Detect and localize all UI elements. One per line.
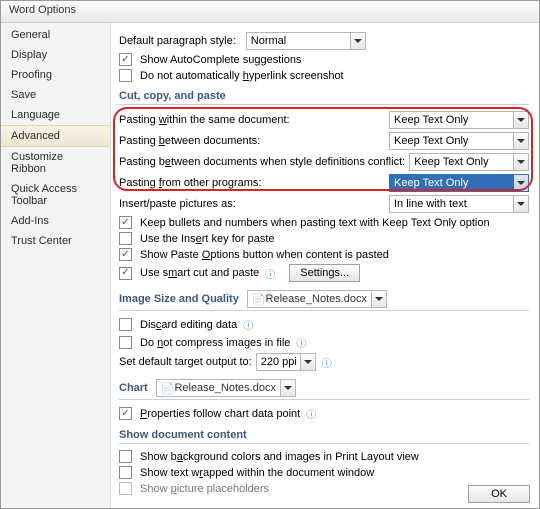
smart-cut-paste-checkbox[interactable] [119, 267, 132, 280]
chevron-down-icon [513, 175, 528, 191]
info-icon[interactable]: ⓘ [322, 355, 332, 370]
discard-editing-data-checkbox[interactable] [119, 318, 132, 331]
pasting-between-label: Pasting between documents: [119, 135, 260, 147]
chevron-down-icon [513, 133, 528, 149]
discard-editing-data-label: Discard editing data [140, 319, 237, 331]
window-body: General Display Proofing Save Language A… [1, 23, 539, 508]
dialog-footer: OK [468, 485, 530, 503]
info-icon[interactable]: ⓘ [265, 266, 275, 281]
show-text-wrapped-checkbox[interactable] [119, 466, 132, 479]
do-not-compress-checkbox[interactable] [119, 336, 132, 349]
properties-follow-chart-label: Properties follow chart data point [140, 408, 300, 420]
show-autocomplete-label: Show AutoComplete suggestions [140, 54, 301, 66]
show-autocomplete-checkbox[interactable] [119, 53, 132, 66]
image-size-quality-title: Image Size and Quality [119, 293, 239, 305]
chevron-down-icon [513, 112, 528, 128]
show-background-checkbox[interactable] [119, 450, 132, 463]
pasting-between-select[interactable]: Keep Text Only [389, 132, 529, 150]
default-paragraph-style-label: Default paragraph style: [119, 35, 236, 47]
info-icon[interactable]: ⓘ [243, 317, 253, 332]
pasting-between-conflict-label: Pasting between documents when style def… [119, 156, 405, 168]
show-text-wrapped-label: Show text wrapped within the document wi… [140, 467, 374, 479]
chevron-down-icon [280, 380, 295, 396]
chevron-down-icon [371, 291, 386, 307]
show-picture-placeholders-checkbox[interactable] [119, 482, 132, 495]
sidebar: General Display Proofing Save Language A… [1, 23, 111, 508]
pasting-same-doc-select[interactable]: Keep Text Only [389, 111, 529, 129]
keep-bullets-checkbox[interactable] [119, 216, 132, 229]
chart-section-title: Chart [119, 382, 148, 394]
info-icon[interactable]: ⓘ [296, 335, 306, 350]
pasting-between-value: Keep Text Only [394, 135, 468, 147]
default-paragraph-style-select[interactable]: Normal [246, 32, 366, 50]
show-autocomplete-row: Show AutoComplete suggestions [119, 53, 529, 66]
show-paste-options-checkbox[interactable] [119, 248, 132, 261]
content-panel: Default paragraph style: Normal Show Aut… [111, 23, 539, 508]
word-options-window: Word Options General Display Proofing Sa… [0, 0, 540, 509]
chart-file-value: Release_Notes.docx [174, 382, 276, 394]
sidebar-item-language[interactable]: Language [1, 105, 110, 125]
chevron-down-icon [513, 154, 528, 170]
info-icon[interactable]: ⓘ [306, 406, 316, 421]
sidebar-item-customize-ribbon[interactable]: Customize Ribbon [1, 147, 110, 179]
no-auto-hyperlink-label: Do not automatically hyperlink screensho… [140, 70, 344, 82]
chevron-down-icon [300, 354, 315, 370]
pasting-same-doc-label: Pasting within the same document: [119, 114, 290, 126]
default-paragraph-style-value: Normal [251, 35, 286, 47]
settings-button[interactable]: Settings... [289, 264, 360, 282]
pasting-between-conflict-value: Keep Text Only [414, 156, 488, 168]
image-size-quality-file-value: Release_Notes.docx [266, 293, 368, 305]
image-size-quality-file-select[interactable]: 📄 Release_Notes.docx [247, 290, 387, 308]
sidebar-item-save[interactable]: Save [1, 85, 110, 105]
section-show-document-content: Show document content [119, 427, 529, 444]
sidebar-item-quick-access-toolbar[interactable]: Quick Access Toolbar [1, 179, 110, 211]
do-not-compress-label: Do not compress images in file [140, 337, 290, 349]
sidebar-item-general[interactable]: General [1, 25, 110, 45]
sidebar-item-trust-center[interactable]: Trust Center [1, 231, 110, 251]
chart-file-select[interactable]: 📄 Release_Notes.docx [156, 379, 296, 397]
pasting-other-programs-label: Pasting from other programs: [119, 177, 261, 189]
chevron-down-icon [350, 33, 365, 49]
section-cut-copy-paste: Cut, copy, and paste [119, 88, 529, 105]
insert-paste-pictures-select[interactable]: In line with text [389, 195, 529, 213]
insert-paste-pictures-label: Insert/paste pictures as: [119, 198, 236, 210]
default-target-output-label: Set default target output to: [119, 356, 252, 368]
chevron-down-icon [513, 196, 528, 212]
ok-button[interactable]: OK [468, 485, 530, 503]
pasting-other-programs-value: Keep Text Only [394, 177, 468, 189]
show-picture-placeholders-label: Show picture placeholders [140, 483, 269, 495]
window-title: Word Options [1, 1, 539, 23]
smart-cut-paste-label: Use smart cut and paste [140, 267, 259, 279]
use-insert-key-checkbox[interactable] [119, 232, 132, 245]
insert-paste-pictures-value: In line with text [394, 198, 467, 210]
properties-follow-chart-checkbox[interactable] [119, 407, 132, 420]
section-image-size-quality: Image Size and Quality 📄 Release_Notes.d… [119, 288, 529, 311]
sidebar-item-display[interactable]: Display [1, 45, 110, 65]
sidebar-item-advanced[interactable]: Advanced [1, 125, 110, 147]
pasting-between-conflict-select[interactable]: Keep Text Only [409, 153, 529, 171]
sidebar-item-proofing[interactable]: Proofing [1, 65, 110, 85]
default-target-output-value: 220 ppi [261, 356, 297, 368]
default-paragraph-style-row: Default paragraph style: Normal [119, 32, 529, 50]
section-chart: Chart 📄 Release_Notes.docx [119, 377, 529, 400]
sidebar-item-add-ins[interactable]: Add-Ins [1, 211, 110, 231]
no-auto-hyperlink-row: Do not automatically hyperlink screensho… [119, 69, 529, 82]
use-insert-key-label: Use the Insert key for paste [140, 233, 275, 245]
no-auto-hyperlink-checkbox[interactable] [119, 69, 132, 82]
keep-bullets-label: Keep bullets and numbers when pasting te… [140, 217, 490, 229]
pasting-same-doc-value: Keep Text Only [394, 114, 468, 126]
default-target-output-select[interactable]: 220 ppi [256, 353, 316, 371]
show-background-label: Show background colors and images in Pri… [140, 451, 419, 463]
show-paste-options-label: Show Paste Options button when content i… [140, 249, 389, 261]
pasting-other-programs-select[interactable]: Keep Text Only [389, 174, 529, 192]
